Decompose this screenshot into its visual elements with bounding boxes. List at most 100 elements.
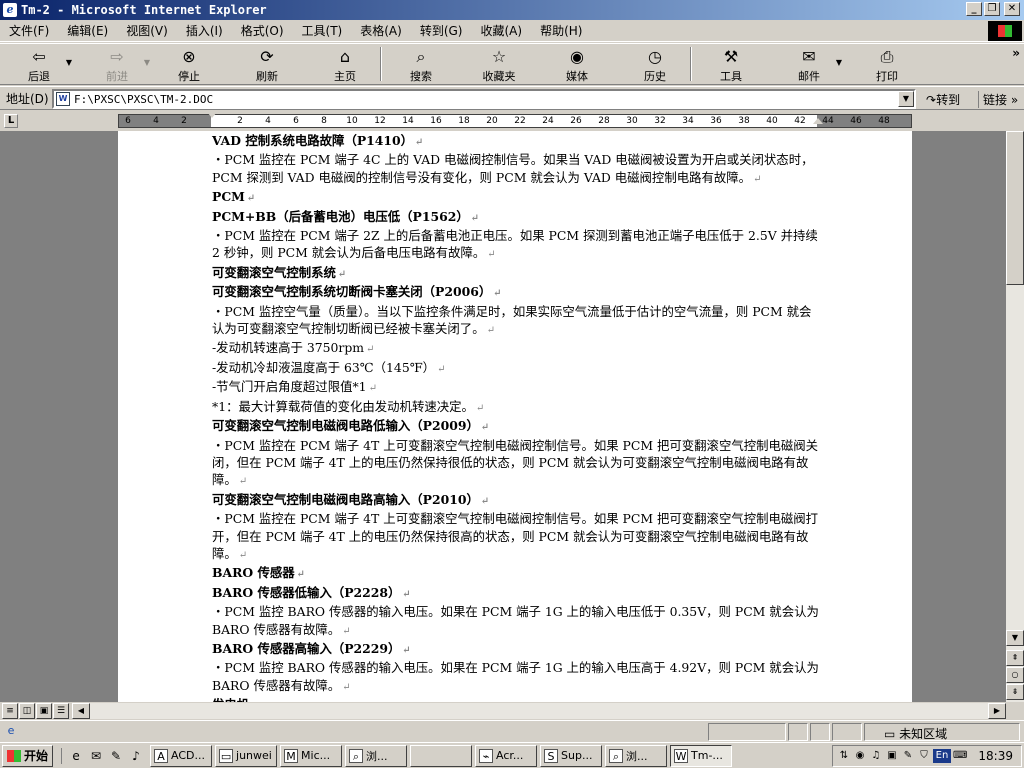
vertical-scrollbar[interactable]: ▼ ⇞ ○ ⇟ bbox=[1006, 131, 1024, 702]
vertical-scroll-thumb[interactable] bbox=[1006, 131, 1024, 285]
ruler-tick: 44 bbox=[822, 116, 834, 126]
task-acrobat[interactable]: ⌁ Acr... bbox=[475, 744, 538, 767]
ruler-tick: 12 bbox=[374, 116, 386, 126]
menu-tools[interactable]: 工具(T) bbox=[293, 22, 352, 39]
right-indent-marker[interactable] bbox=[813, 118, 823, 124]
outline-view-button[interactable]: ☰ bbox=[53, 703, 69, 719]
minimize-button[interactable]: _ bbox=[966, 2, 982, 16]
stop-button[interactable]: ⊗ 停止 bbox=[162, 44, 216, 84]
web-view-button[interactable]: ◫ bbox=[19, 703, 35, 719]
menu-bar: 文件(F) 编辑(E) 视图(V) 插入(I) 格式(O) 工具(T) 表格(A… bbox=[0, 20, 1024, 42]
menu-format[interactable]: 格式(O) bbox=[232, 22, 293, 39]
browse-object-button[interactable]: ○ bbox=[1006, 667, 1024, 683]
media-button[interactable]: ◉ 媒体 bbox=[550, 44, 604, 84]
tab-stop-selector[interactable]: L bbox=[4, 114, 18, 128]
ie-quicklaunch-icon[interactable]: e bbox=[68, 748, 84, 764]
refresh-button[interactable]: ⟳ 刷新 bbox=[240, 44, 294, 84]
menu-view[interactable]: 视图(V) bbox=[117, 22, 177, 39]
menu-help[interactable]: 帮助(H) bbox=[531, 22, 591, 39]
dropdown-arrow-icon[interactable]: ▼ bbox=[144, 58, 150, 67]
history-icon: ◷ bbox=[648, 47, 662, 66]
address-dropdown-button[interactable]: ▼ bbox=[898, 91, 914, 107]
home-button[interactable]: ⌂ 主页 bbox=[318, 44, 372, 84]
antivirus-icon[interactable]: ◉ bbox=[853, 749, 867, 763]
previous-page-button[interactable]: ⇞ bbox=[1006, 650, 1024, 666]
dropdown-arrow-icon[interactable]: ▼ bbox=[66, 58, 72, 67]
toolbar-more-chevron[interactable]: » bbox=[1012, 46, 1020, 60]
document-heading: BARO 传感器 ↵ bbox=[212, 565, 306, 581]
back-button[interactable]: ⇦ 后退 ▼ bbox=[12, 44, 72, 84]
dropdown-arrow-icon[interactable]: ▼ bbox=[836, 58, 842, 67]
links-button[interactable]: 链接 » bbox=[978, 91, 1018, 108]
document-heading: VAD 控制系统电路故障（P1410） ↵ bbox=[212, 133, 424, 148]
word-document-icon: W bbox=[56, 92, 70, 106]
clock[interactable]: 18:39 bbox=[978, 749, 1013, 763]
media-icon: ◉ bbox=[570, 47, 584, 66]
document-heading: 可变翻滚空气控制电磁阀电路高输入（P2010） ↵ bbox=[212, 491, 490, 507]
scroll-right-button[interactable]: ▶ bbox=[988, 703, 1006, 719]
document-page[interactable]: VAD 控制系统电路故障（P1410） ↵ ・PCM 监控在 PCM 端子 4C 上… bbox=[118, 131, 912, 702]
display-icon[interactable]: ▣ bbox=[885, 749, 899, 763]
menu-table[interactable]: 表格(A) bbox=[351, 22, 411, 39]
outlook-quicklaunch-icon[interactable]: ✉ bbox=[88, 748, 104, 764]
address-value[interactable]: F:\PXSC\PXSC\TM-2.DOC bbox=[74, 93, 213, 106]
scroll-left-button[interactable]: ◀ bbox=[72, 703, 90, 719]
scroll-down-button[interactable]: ▼ bbox=[1006, 630, 1024, 646]
print-view-button[interactable]: ▣ bbox=[36, 703, 52, 719]
shield-icon[interactable]: ⛉ bbox=[917, 749, 931, 763]
windows-logo-icon bbox=[988, 21, 1022, 41]
menu-favorites[interactable]: 收藏(A) bbox=[471, 22, 531, 39]
volume-icon[interactable]: ♫ bbox=[869, 749, 883, 763]
favorites-button[interactable]: ☆ 收藏夹 bbox=[472, 44, 526, 84]
menu-file[interactable]: 文件(F) bbox=[0, 22, 58, 39]
horizontal-scrollbar[interactable]: ◀ ▶ bbox=[72, 703, 1006, 719]
first-line-indent-marker[interactable] bbox=[207, 112, 217, 118]
tools-button[interactable]: ⚒ 工具 bbox=[704, 44, 758, 84]
pen-icon[interactable]: ✎ bbox=[901, 749, 915, 763]
document-paragraph: -发动机转速高于 3750rpm ↵ bbox=[212, 340, 375, 356]
task-sup[interactable]: S Sup... bbox=[540, 744, 603, 767]
tools-icon: ⚒ bbox=[723, 47, 739, 66]
edit-quicklaunch-icon[interactable]: ✎ bbox=[108, 748, 124, 764]
task-junwei[interactable]: ▭ junwei bbox=[215, 744, 278, 767]
task-browser-2[interactable]: ⌕ 浏... bbox=[605, 744, 668, 767]
menu-insert[interactable]: 插入(I) bbox=[177, 22, 232, 39]
ime-indicator[interactable]: En bbox=[933, 749, 951, 763]
media-quicklaunch-icon[interactable]: ♪ bbox=[128, 748, 144, 764]
document-heading: PCM ↵ bbox=[212, 189, 256, 205]
address-input[interactable]: W F:\PXSC\PXSC\TM-2.DOC ▼ bbox=[52, 89, 916, 109]
restore-button[interactable]: ❐ bbox=[984, 2, 1000, 16]
title-bar[interactable]: e Tm-2 - Microsoft Internet Explorer _ ❐… bbox=[0, 0, 1024, 20]
task-blank[interactable] bbox=[410, 744, 473, 767]
history-button[interactable]: ◷ 历史 bbox=[628, 44, 682, 84]
forward-button[interactable]: ⇨ 前进 ▼ bbox=[90, 44, 150, 84]
ruler-tick: 38 bbox=[738, 116, 750, 126]
window-title: Tm-2 - Microsoft Internet Explorer bbox=[21, 3, 267, 17]
next-page-button[interactable]: ⇟ bbox=[1006, 684, 1024, 700]
print-button[interactable]: ⎙ 打印 bbox=[860, 44, 914, 84]
browser-icon: ⌕ bbox=[349, 748, 364, 763]
network-icon[interactable]: ⇅ bbox=[837, 749, 851, 763]
menu-edit[interactable]: 编辑(E) bbox=[58, 22, 117, 39]
keyboard-icon[interactable]: ⌨ bbox=[953, 749, 967, 763]
task-acdsee[interactable]: A ACD... bbox=[150, 744, 213, 767]
task-browser-1[interactable]: ⌕ 浏... bbox=[345, 744, 408, 767]
start-button[interactable]: 开始 bbox=[2, 744, 54, 767]
normal-view-button[interactable]: ≡ bbox=[2, 703, 18, 719]
task-tm2[interactable]: W Tm-... bbox=[670, 744, 733, 767]
task-microsoft[interactable]: M Mic... bbox=[280, 744, 343, 767]
close-button[interactable]: ✕ bbox=[1004, 2, 1020, 16]
document-paragraph: ・PCM 监控空气量（质量）。当以下监控条件满足时，如果实际空气流量低于估计的空… bbox=[212, 303, 812, 337]
horizontal-ruler[interactable]: 6 4 2 2 4 6 8 10 12 14 16 18 20 22 24 26… bbox=[118, 114, 912, 128]
search-button[interactable]: ⌕ 搜索 bbox=[394, 44, 448, 84]
mail-button[interactable]: ✉ 邮件 ▼ bbox=[782, 44, 842, 84]
acrobat-icon: ⌁ bbox=[479, 748, 494, 763]
word-icon: W bbox=[674, 748, 689, 763]
paragraph-mark-icon: ↵ bbox=[342, 681, 351, 693]
ruler-tick: 22 bbox=[514, 116, 526, 126]
address-bar: 地址(D) W F:\PXSC\PXSC\TM-2.DOC ▼ ↷转到 链接 » bbox=[0, 86, 1024, 110]
paragraph-mark-icon: ↵ bbox=[487, 249, 496, 261]
menu-goto[interactable]: 转到(G) bbox=[411, 22, 472, 39]
paragraph-mark-icon: ↵ bbox=[368, 383, 377, 395]
go-button[interactable]: ↷转到 bbox=[926, 91, 960, 108]
